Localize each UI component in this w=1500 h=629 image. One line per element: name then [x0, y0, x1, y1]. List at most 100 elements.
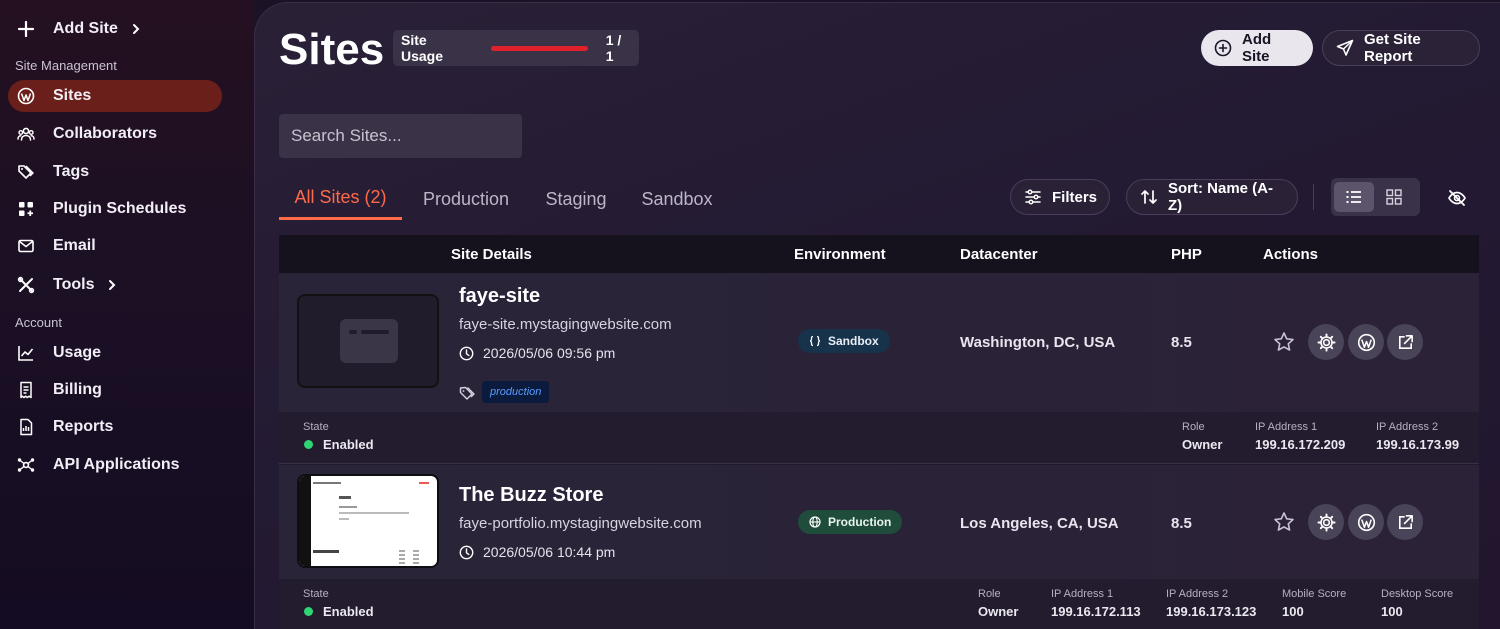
sidebar-item-tags[interactable]: Tags — [8, 156, 222, 188]
section-site-management: Site Management — [15, 58, 117, 73]
sidebar-item-collaborators[interactable]: Collaborators — [8, 118, 222, 150]
row-details: State Enabled Role Owner IP Address 1 19… — [279, 579, 1479, 629]
add-site-nav[interactable]: Add Site — [8, 13, 222, 45]
add-site-button-label: Add Site — [1242, 31, 1272, 65]
role-value: Owner — [1182, 437, 1223, 452]
clock-icon — [459, 346, 474, 361]
grid-view-button[interactable] — [1374, 182, 1414, 212]
mobile-score-label: Mobile Score — [1282, 588, 1347, 600]
site-usage-count: 1 / 1 — [605, 32, 622, 64]
tab-staging[interactable]: Staging — [537, 178, 615, 220]
tools-icon — [17, 276, 35, 294]
tags-icon — [17, 163, 35, 181]
table-row[interactable]: faye-site faye-site.mystagingwebsite.com… — [279, 273, 1479, 412]
open-site-button[interactable] — [1387, 504, 1423, 540]
sidebar-item-sites[interactable]: Sites — [8, 80, 222, 112]
ip2-value: 199.16.173.99 — [1376, 437, 1460, 452]
mobile-score-value: 100 — [1282, 604, 1304, 619]
sidebar-item-api-applications[interactable]: API Applications — [8, 449, 222, 481]
col-datacenter[interactable]: Datacenter — [960, 246, 1038, 263]
ip2-value: 199.16.173.123 — [1166, 604, 1257, 619]
sidebar-item-email[interactable]: Email — [8, 230, 222, 262]
favorite-button[interactable] — [1273, 511, 1295, 533]
gear-icon — [1316, 512, 1336, 532]
row-details: State Enabled Role Owner IP Address 1 19… — [279, 412, 1479, 464]
favorite-button[interactable] — [1273, 331, 1295, 353]
sidebar-item-label: Tools — [53, 276, 95, 293]
table-row[interactable]: The Buzz Store faye-portfolio.mystagingw… — [279, 465, 1479, 579]
environment-label: Sandbox — [828, 334, 879, 348]
tab-production[interactable]: Production — [416, 178, 516, 220]
site-settings-button[interactable] — [1308, 504, 1344, 540]
hide-columns-button[interactable] — [1447, 188, 1467, 208]
sidebar-item-plugin-schedules[interactable]: Plugin Schedules — [8, 193, 222, 225]
ip1-value: 199.16.172.209 — [1255, 437, 1346, 452]
col-environment[interactable]: Environment — [794, 246, 886, 263]
users-icon — [17, 125, 35, 143]
site-thumbnail[interactable] — [297, 294, 439, 388]
api-icon — [17, 456, 35, 474]
col-actions: Actions — [1263, 246, 1319, 263]
list-view-button[interactable] — [1334, 182, 1374, 212]
ip1-value: 199.16.172.113 — [1051, 604, 1141, 619]
sidebar-item-reports[interactable]: Reports — [8, 411, 222, 443]
site-thumbnail[interactable] — [297, 474, 439, 568]
site-tag[interactable]: production — [482, 381, 550, 403]
desktop-score-value: 100 — [1381, 604, 1403, 619]
sort-button[interactable]: Sort: Name (A-Z) — [1126, 179, 1298, 215]
search-input[interactable] — [279, 114, 522, 158]
site-url[interactable]: faye-portfolio.mystagingwebsite.com — [459, 515, 702, 532]
state-value: Enabled — [323, 437, 374, 452]
add-site-button[interactable]: Add Site — [1201, 30, 1313, 66]
sidebar-item-label: Billing — [53, 381, 102, 398]
environment-badge: Production — [798, 510, 903, 534]
php-version: 8.5 — [1171, 334, 1192, 351]
role-label: Role — [1182, 421, 1205, 433]
site-name[interactable]: The Buzz Store — [459, 484, 603, 507]
role-label: Role — [978, 588, 1001, 600]
sidebar-item-usage[interactable]: Usage — [8, 337, 222, 369]
col-php[interactable]: PHP — [1171, 246, 1202, 263]
sidebar-item-label: Plugin Schedules — [53, 200, 187, 217]
state-value: Enabled — [323, 604, 374, 619]
wp-admin-button[interactable] — [1348, 324, 1384, 360]
star-icon — [1274, 332, 1294, 351]
open-site-button[interactable] — [1387, 324, 1423, 360]
tag-icon[interactable] — [459, 385, 476, 402]
environment-badge: Sandbox — [798, 329, 890, 353]
col-site-details[interactable]: Site Details — [451, 246, 532, 263]
filters-button[interactable]: Filters — [1010, 179, 1110, 215]
chart-icon — [17, 344, 35, 362]
ip2-label: IP Address 2 — [1166, 588, 1229, 600]
sidebar-item-billing[interactable]: Billing — [8, 374, 222, 406]
section-account: Account — [15, 315, 62, 330]
status-dot — [304, 607, 313, 616]
clock-icon — [459, 545, 474, 560]
grid-plus-icon — [17, 200, 35, 218]
mail-icon — [17, 237, 35, 255]
site-created-date: 2026/05/06 10:44 pm — [459, 544, 615, 560]
state-label: State — [303, 421, 329, 433]
site-settings-button[interactable] — [1308, 324, 1344, 360]
sliders-icon — [1024, 188, 1042, 206]
tab-all-sites[interactable]: All Sites (2) — [279, 178, 402, 220]
site-name[interactable]: faye-site — [459, 285, 540, 308]
report-icon — [17, 418, 35, 436]
receipt-icon — [17, 381, 35, 399]
state-label: State — [303, 588, 329, 600]
site-url[interactable]: faye-site.mystagingwebsite.com — [459, 316, 672, 333]
filters-label: Filters — [1052, 188, 1098, 206]
list-icon — [1346, 191, 1361, 203]
site-usage-bar — [491, 45, 588, 51]
sidebar-item-label: Collaborators — [53, 125, 158, 142]
tab-sandbox[interactable]: Sandbox — [635, 178, 719, 220]
get-site-report-button[interactable]: Get Site Report — [1322, 30, 1480, 66]
sidebar-item-tools[interactable]: Tools — [8, 269, 222, 301]
wp-admin-button[interactable] — [1348, 504, 1384, 540]
status-dot — [304, 440, 313, 449]
chevron-right-icon — [106, 279, 118, 291]
eye-off-icon — [1448, 190, 1466, 206]
braces-icon — [809, 335, 821, 347]
sort-label: Sort: Name (A-Z) — [1168, 180, 1274, 214]
gear-icon — [1316, 332, 1336, 352]
